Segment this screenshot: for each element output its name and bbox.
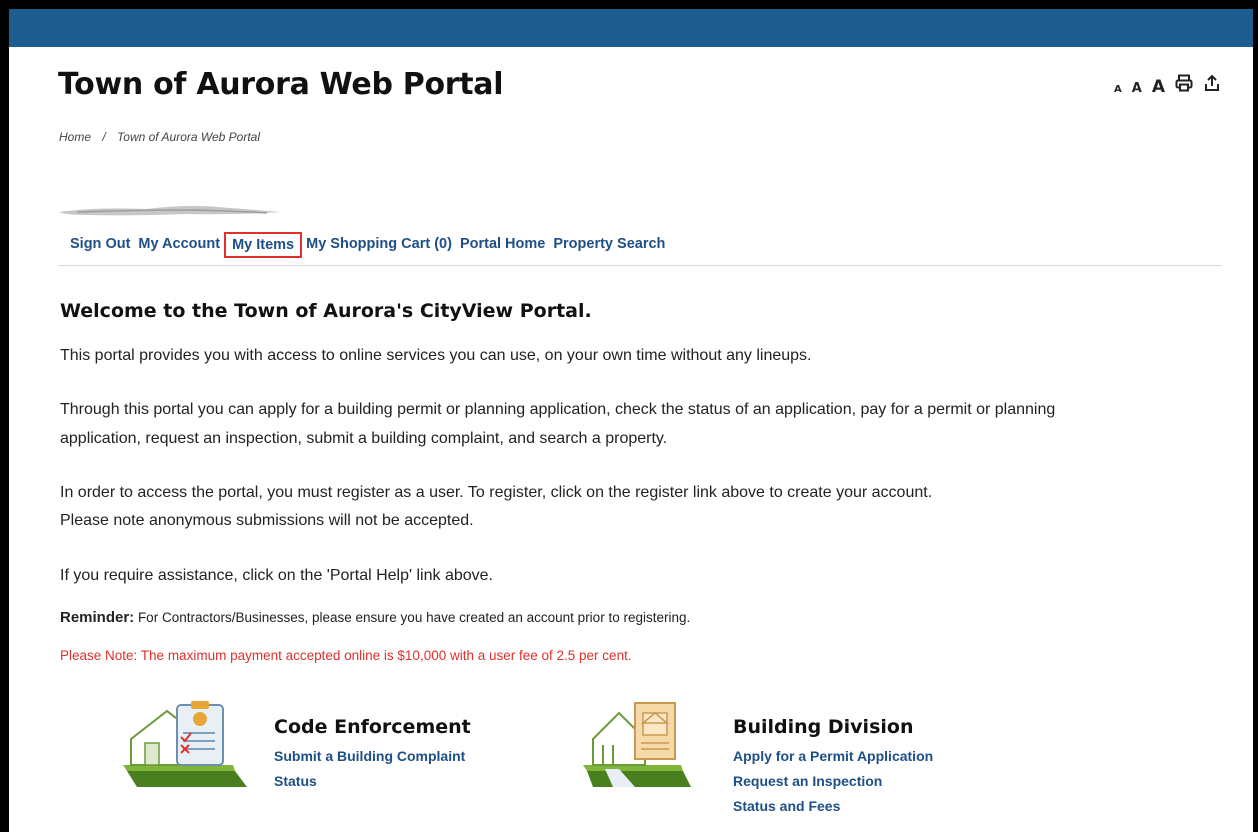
breadcrumb-separator: / <box>102 130 106 144</box>
building-division-title: Building Division <box>733 716 914 738</box>
top-banner <box>9 9 1253 47</box>
divider <box>58 265 1222 266</box>
portal-page: Town of Aurora Web Portal A A A Home / T… <box>9 9 1253 832</box>
breadcrumb-current: Town of Aurora Web Portal <box>117 130 261 144</box>
nav-sign-out[interactable]: Sign Out <box>66 232 134 258</box>
reminder: Reminder: For Contractors/Businesses, pl… <box>60 609 690 626</box>
font-size-small-button[interactable]: A <box>1114 84 1122 95</box>
code-enforcement-title: Code Enforcement <box>274 716 471 738</box>
page-tools: A A A <box>1114 74 1221 97</box>
reminder-text: For Contractors/Businesses, please ensur… <box>134 610 691 625</box>
font-size-large-button[interactable]: A <box>1152 77 1165 97</box>
page-title: Town of Aurora Web Portal <box>58 67 504 102</box>
request-inspection-link[interactable]: Request an Inspection <box>733 769 933 794</box>
user-nav: Sign Out My Account My Items My Shopping… <box>66 232 669 258</box>
share-icon[interactable] <box>1203 74 1221 92</box>
intro-paragraph: This portal provides you with access to … <box>60 347 812 364</box>
code-status-link[interactable]: Status <box>274 769 471 794</box>
code-enforcement-icon <box>123 701 247 787</box>
breadcrumb-home-link[interactable]: Home <box>59 130 91 144</box>
nav-my-account[interactable]: My Account <box>134 232 224 258</box>
payment-note: Please Note: The maximum payment accepte… <box>60 648 632 663</box>
status-fees-link[interactable]: Status and Fees <box>733 794 933 819</box>
redacted-username <box>59 205 281 216</box>
nav-portal-home[interactable]: Portal Home <box>456 232 549 258</box>
nav-my-items[interactable]: My Items <box>224 232 303 258</box>
building-division-icon <box>583 702 691 787</box>
register-paragraph-line2: Please note anonymous submissions will n… <box>60 512 474 529</box>
font-size-medium-button[interactable]: A <box>1132 81 1142 96</box>
services-paragraph-line2: application, request an inspection, subm… <box>60 430 668 447</box>
nav-property-search[interactable]: Property Search <box>549 232 669 258</box>
apply-permit-link[interactable]: Apply for a Permit Application <box>733 744 933 769</box>
code-enforcement-card: Code Enforcement Submit a Building Compl… <box>274 716 471 794</box>
building-division-card: Building Division Apply for a Permit App… <box>733 716 933 819</box>
register-paragraph-line1: In order to access the portal, you must … <box>60 484 933 501</box>
printer-icon[interactable] <box>1175 74 1193 92</box>
help-paragraph: If you require assistance, click on the … <box>60 567 493 584</box>
submit-complaint-link[interactable]: Submit a Building Complaint <box>274 744 471 769</box>
welcome-heading: Welcome to the Town of Aurora's CityView… <box>60 300 592 322</box>
services-paragraph-line1: Through this portal you can apply for a … <box>60 401 1056 418</box>
reminder-label: Reminder: <box>60 609 135 626</box>
breadcrumb: Home / Town of Aurora Web Portal <box>59 130 260 144</box>
nav-shopping-cart[interactable]: My Shopping Cart (0) <box>302 232 456 258</box>
